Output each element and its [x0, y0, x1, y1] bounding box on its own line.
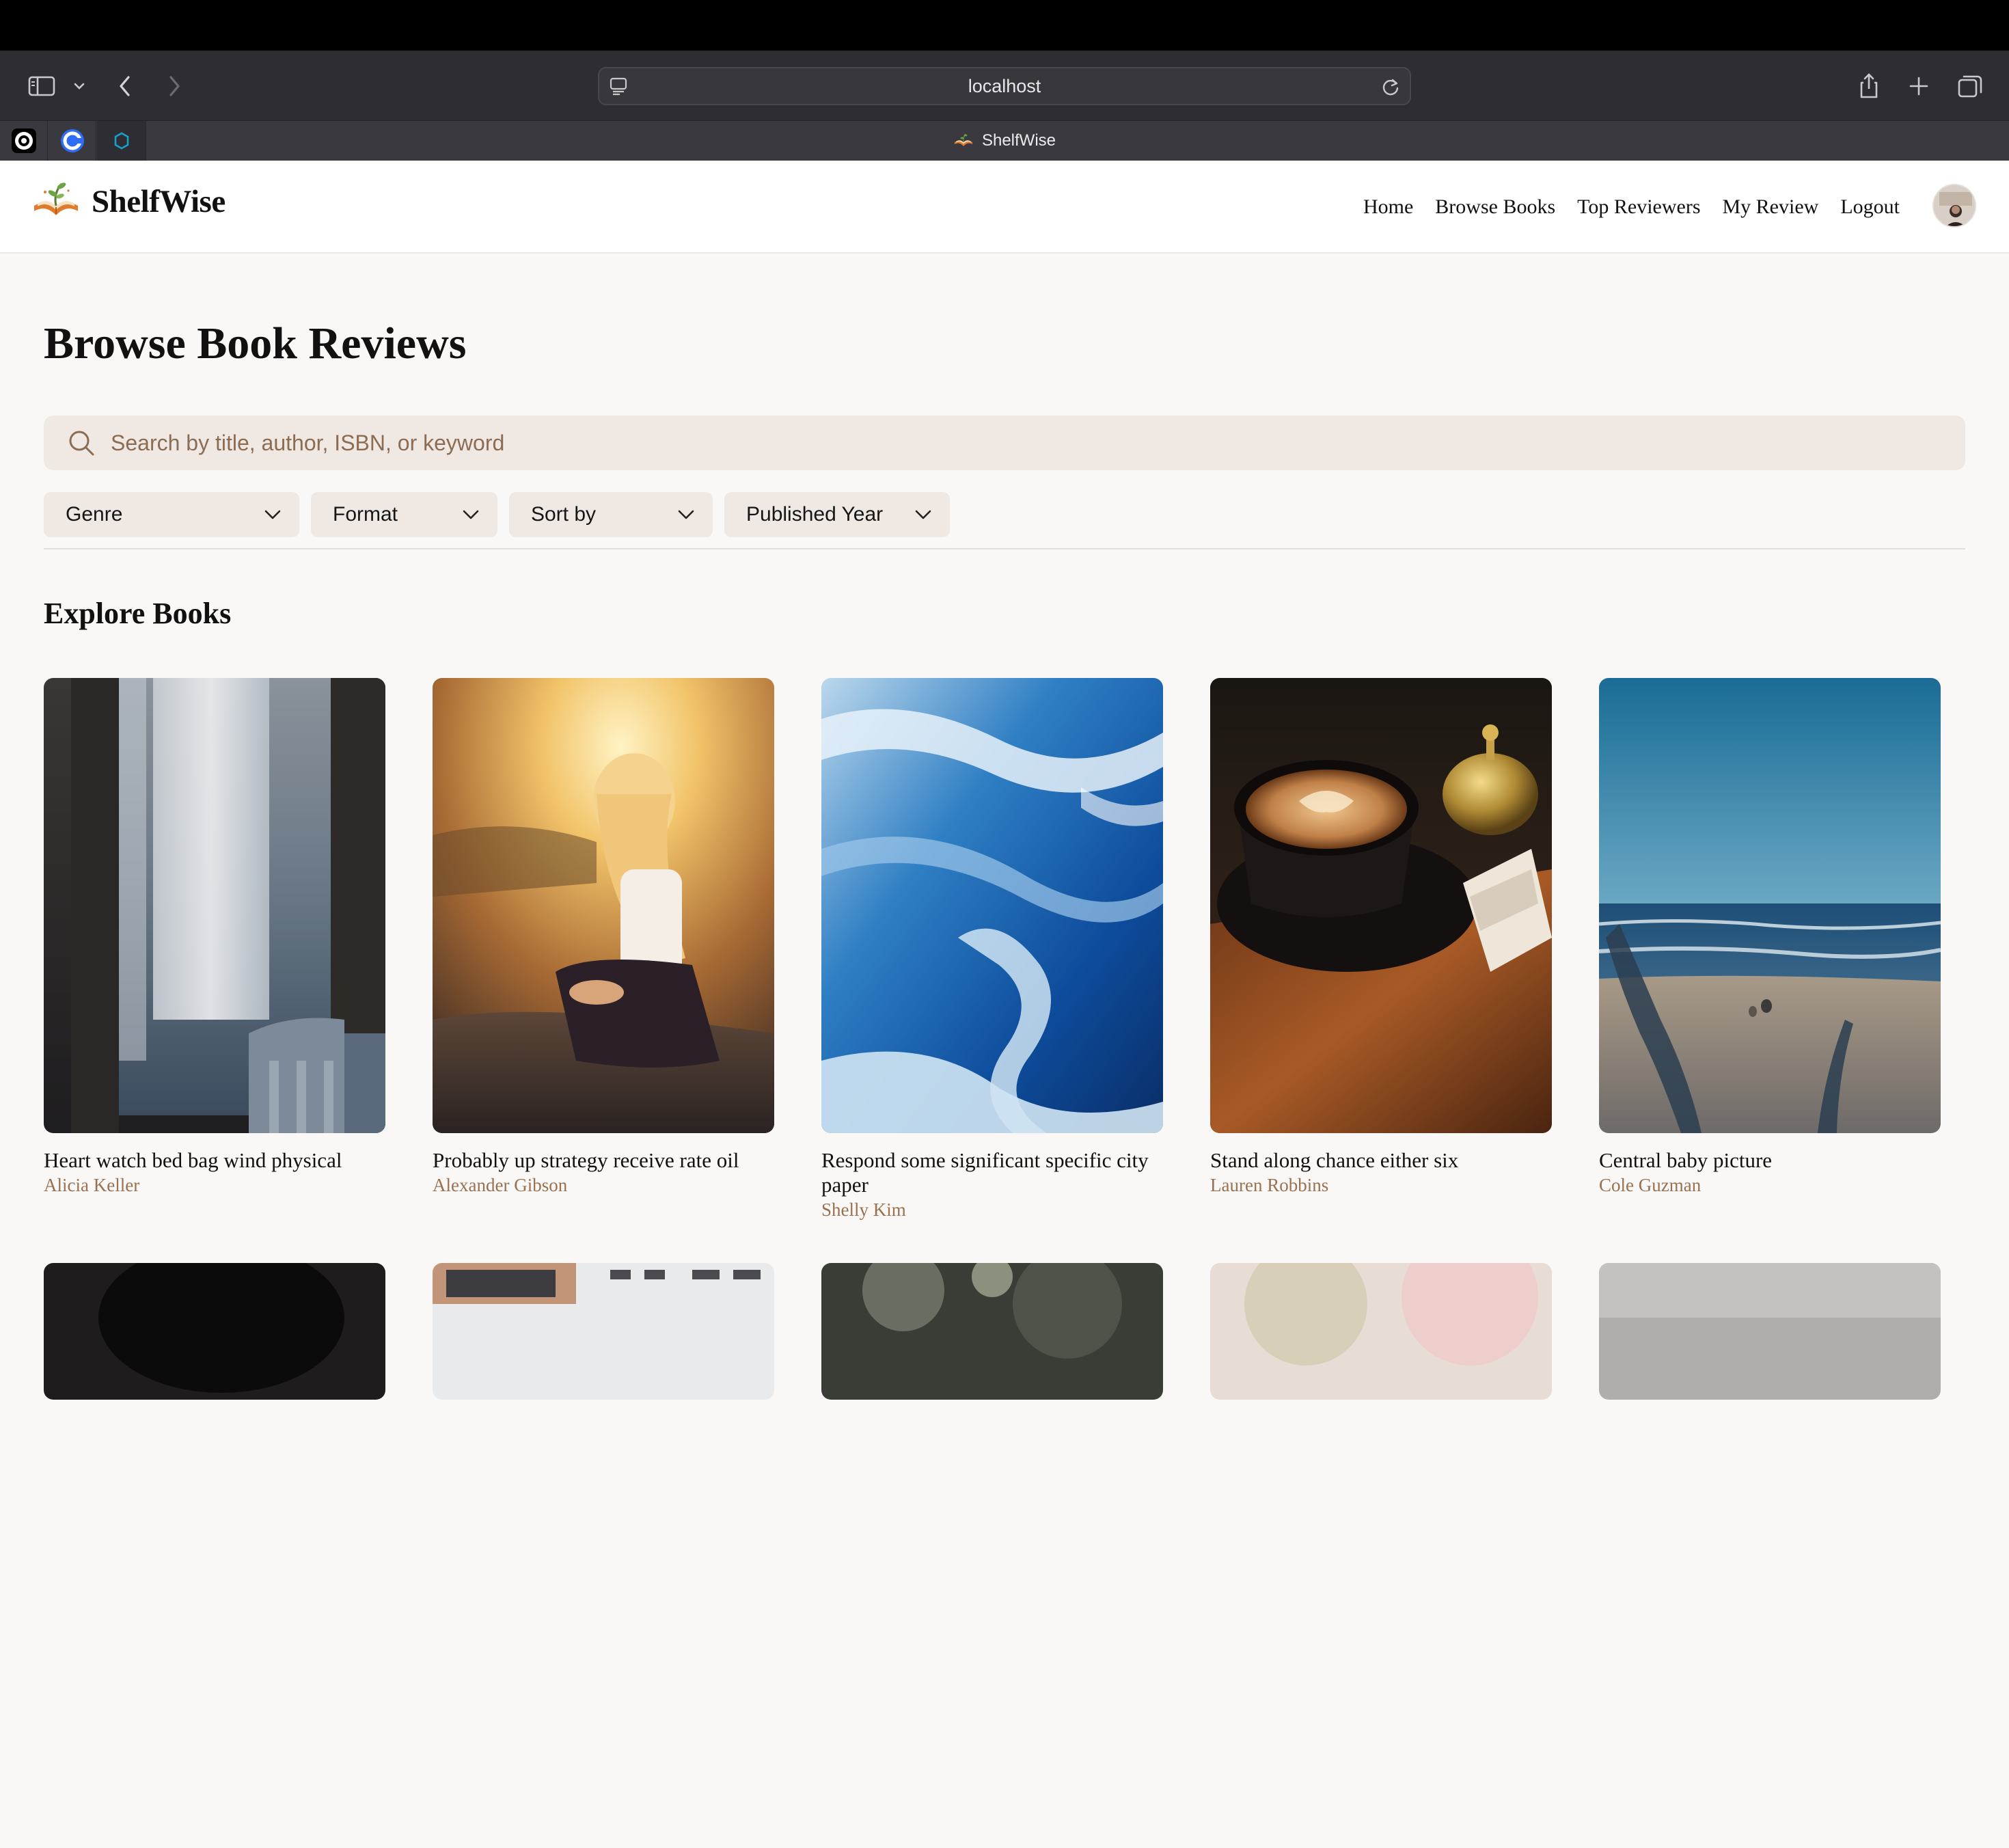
book-title[interactable]: Respond some significant specific city p… [821, 1148, 1163, 1197]
nav-browse-books[interactable]: Browse Books [1435, 195, 1555, 219]
cover-window-image [44, 678, 385, 1133]
book-card[interactable] [433, 1263, 774, 1848]
tab-strip: ShelfWise [0, 120, 2009, 161]
book-card[interactable] [44, 1263, 385, 1848]
format-label: Format [333, 503, 398, 526]
book-title[interactable]: Central baby picture [1599, 1148, 1941, 1173]
genre-label: Genre [66, 503, 123, 526]
forward-icon[interactable] [164, 71, 184, 101]
book-card[interactable] [1599, 1263, 1941, 1848]
brand[interactable]: ShelfWise [31, 180, 226, 223]
filter-bar: Genre Format Sort by Published Year [44, 492, 950, 537]
search-icon [67, 429, 96, 461]
new-tab-icon[interactable] [1905, 71, 1932, 101]
book-cover[interactable] [821, 678, 1163, 1133]
book-card[interactable]: Heart watch bed bag wind physical Alicia… [44, 678, 385, 1263]
cover-foliage-image [821, 1263, 1163, 1400]
cover-ocean-waves-image [821, 678, 1163, 1133]
nav-home[interactable]: Home [1363, 195, 1413, 219]
book-cover[interactable] [1210, 1263, 1552, 1400]
book-card[interactable] [821, 1263, 1163, 1848]
share-icon[interactable] [1855, 71, 1883, 101]
search-input[interactable] [111, 416, 1942, 470]
book-author[interactable]: Cole Guzman [1599, 1173, 1941, 1197]
book-cover[interactable] [44, 1263, 385, 1400]
cover-grey-image [1599, 1263, 1941, 1400]
sort-label: Sort by [531, 503, 597, 526]
pinned-tab-1[interactable] [0, 121, 48, 161]
sidebar-toggle-icon[interactable] [26, 71, 57, 101]
nav-logout[interactable]: Logout [1840, 195, 1900, 219]
cover-pastel-blur-image [1210, 1263, 1552, 1400]
book-cover[interactable] [821, 1263, 1163, 1400]
cover-beach-image [1599, 678, 1941, 1133]
nav-top-reviewers[interactable]: Top Reviewers [1577, 195, 1700, 219]
cover-building-image [433, 1263, 774, 1400]
book-card[interactable]: Central baby picture Cole Guzman [1599, 678, 1941, 1263]
pinned-tab-3[interactable] [97, 121, 146, 161]
cover-dark-portrait-image [44, 1263, 385, 1400]
published-year-label: Published Year [746, 503, 884, 526]
browser-toolbar: localhost [0, 51, 2009, 120]
book-cover[interactable] [433, 1263, 774, 1400]
search-box[interactable] [44, 416, 1965, 470]
chevron-down-icon [915, 510, 931, 519]
chevron-down-icon [264, 510, 281, 519]
divider [44, 548, 1965, 549]
active-tab[interactable]: ShelfWise [0, 121, 2009, 161]
app-c-icon [60, 129, 84, 152]
reload-icon[interactable] [1381, 77, 1400, 100]
main-nav: Home Browse Books Top Reviewers My Revie… [1363, 161, 1900, 254]
shelfwise-logo-icon [34, 182, 78, 215]
book-cover[interactable] [44, 678, 385, 1133]
section-title: Explore Books [44, 597, 232, 630]
nav-my-review[interactable]: My Review [1723, 195, 1819, 219]
book-author[interactable]: Lauren Robbins [1210, 1173, 1552, 1197]
shelfwise-favicon-icon [954, 133, 972, 146]
book-card[interactable]: Probably up strategy receive rate oil Al… [433, 678, 774, 1263]
brand-name: ShelfWise [92, 184, 226, 219]
book-title[interactable]: Stand along chance either six [1210, 1148, 1552, 1173]
cover-sunset-girl-image [433, 678, 774, 1133]
address-bar[interactable]: localhost [598, 67, 1411, 105]
book-grid: Heart watch bed bag wind physical Alicia… [44, 678, 1965, 1848]
chevron-down-icon[interactable] [71, 71, 87, 101]
url-text: localhost [968, 76, 1041, 96]
avatar[interactable] [1932, 184, 1976, 228]
screen-top-bar [0, 0, 2009, 51]
book-cover[interactable] [433, 678, 774, 1133]
format-dropdown[interactable]: Format [311, 492, 497, 537]
book-card[interactable] [1210, 1263, 1552, 1848]
chevron-down-icon [678, 510, 694, 519]
genre-dropdown[interactable]: Genre [44, 492, 299, 537]
book-author[interactable]: Alicia Keller [44, 1173, 385, 1197]
sort-dropdown[interactable]: Sort by [509, 492, 713, 537]
book-card[interactable]: Respond some significant specific city p… [821, 678, 1163, 1263]
book-cover[interactable] [1599, 1263, 1941, 1400]
book-cover[interactable] [1210, 678, 1552, 1133]
user-avatar-image [1934, 185, 1975, 226]
back-icon[interactable] [115, 71, 135, 101]
site-header: ShelfWise Home Browse Books Top Reviewer… [0, 161, 2009, 254]
book-title[interactable]: Probably up strategy receive rate oil [433, 1148, 774, 1173]
pinned-tab-2[interactable] [49, 121, 96, 161]
page-title: Browse Book Reviews [44, 318, 467, 368]
book-title[interactable]: Heart watch bed bag wind physical [44, 1148, 385, 1173]
book-author[interactable]: Alexander Gibson [433, 1173, 774, 1197]
tab-overview-icon[interactable] [1956, 71, 1984, 101]
active-tab-title: ShelfWise [981, 131, 1056, 150]
book-cover[interactable] [1599, 678, 1941, 1133]
book-author[interactable]: Shelly Kim [821, 1197, 1163, 1222]
published-year-dropdown[interactable]: Published Year [724, 492, 950, 537]
chevron-down-icon [463, 510, 479, 519]
record-icon [11, 128, 36, 153]
book-card[interactable]: Stand along chance either six Lauren Rob… [1210, 678, 1552, 1263]
cover-coffee-cup-image [1210, 678, 1552, 1133]
hexagon-icon [114, 132, 128, 150]
